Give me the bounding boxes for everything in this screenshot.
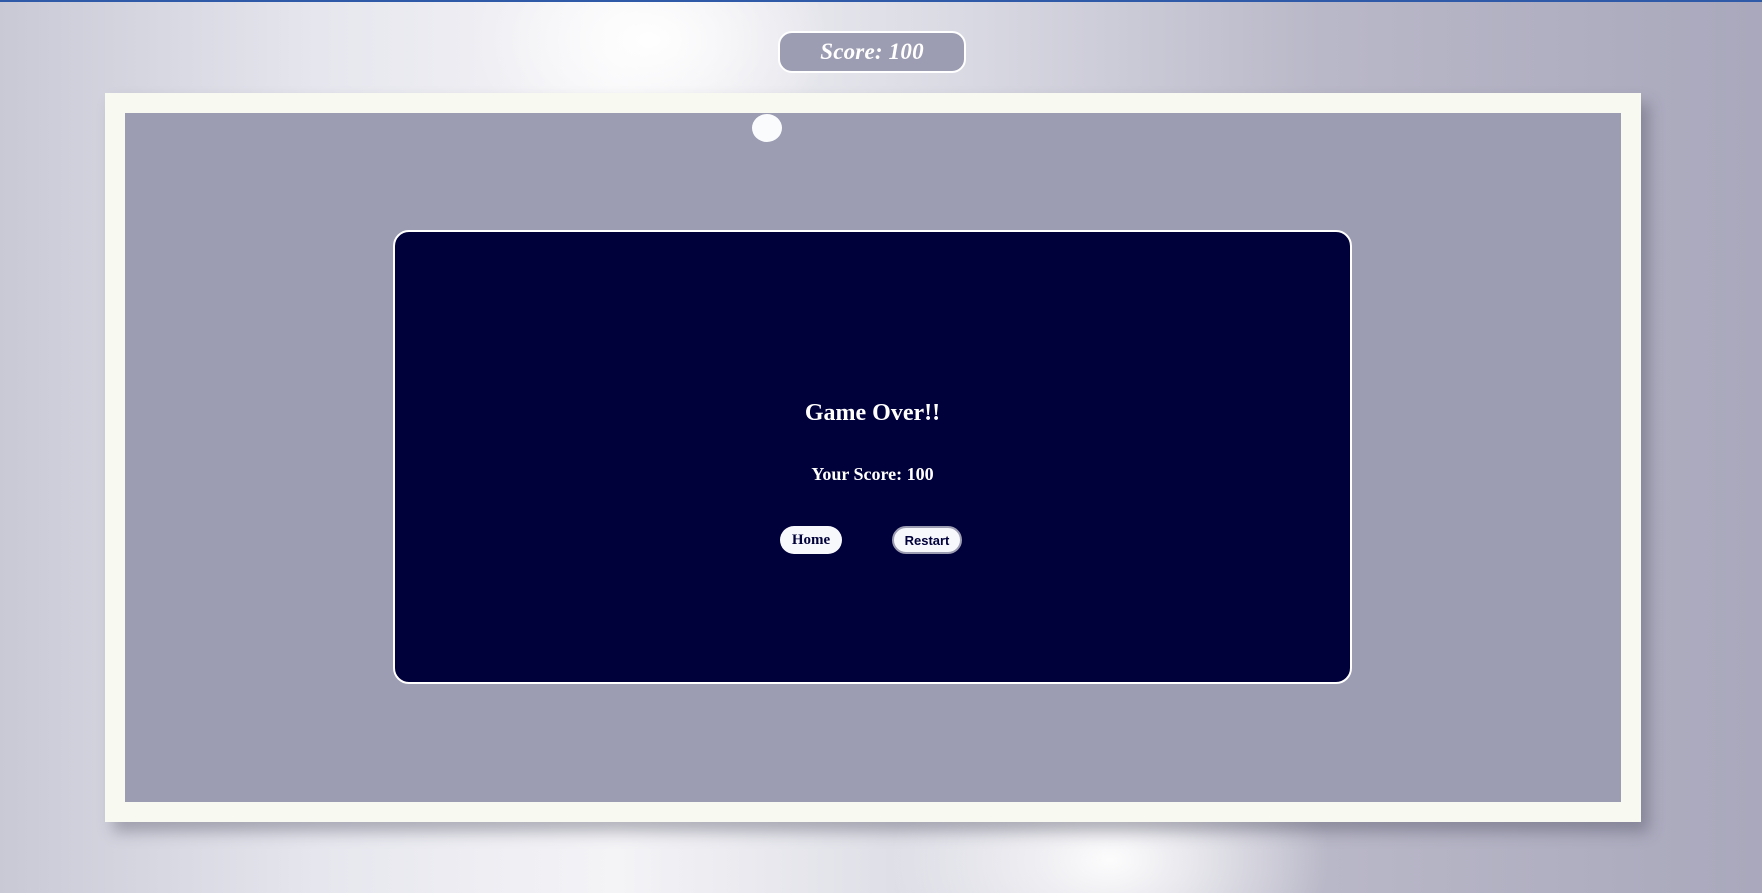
ball: [752, 114, 782, 142]
game-over-dialog: Game Over!! Your Score: 100 Home Restart: [393, 230, 1352, 684]
restart-button[interactable]: Restart: [892, 526, 962, 554]
top-accent-line: [0, 0, 1762, 2]
final-score-text: Your Score: 100: [811, 464, 934, 484]
score-label: Score: 100: [820, 39, 924, 64]
game-board: Game Over!! Your Score: 100 Home Restart: [125, 113, 1621, 802]
score-display: Score: 100: [778, 31, 966, 73]
game-frame: Game Over!! Your Score: 100 Home Restart: [105, 93, 1641, 822]
game-over-title: Game Over!!: [804, 400, 941, 426]
home-button[interactable]: Home: [780, 526, 842, 554]
